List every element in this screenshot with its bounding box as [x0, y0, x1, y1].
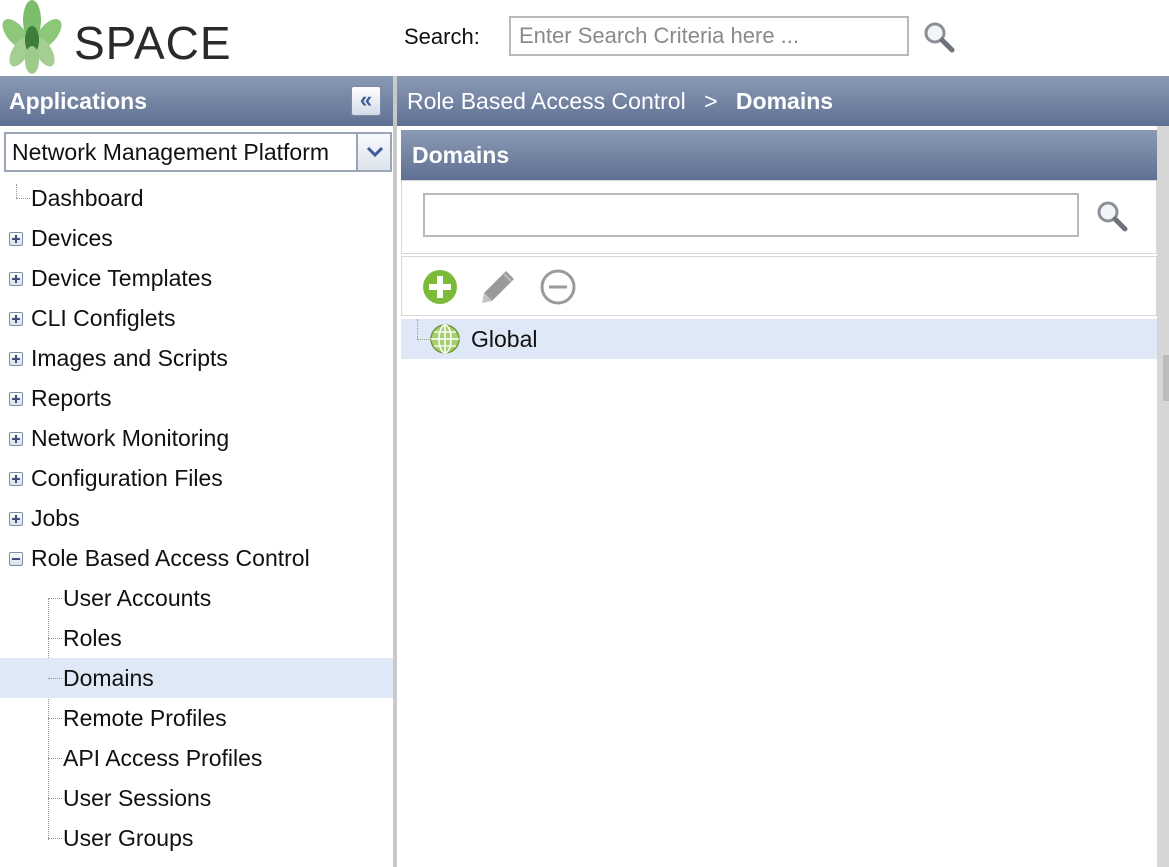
top-header: SPACE Search: — [0, 0, 1169, 76]
expand-plus-icon[interactable] — [9, 232, 23, 246]
pencil-icon[interactable] — [478, 267, 518, 307]
tree-item-label: Domains — [63, 665, 154, 691]
domains-filter-bar — [401, 180, 1157, 254]
tree-item-domains[interactable]: Domains — [0, 658, 393, 698]
application-selector[interactable]: Network Management Platform — [4, 132, 392, 172]
search-icon[interactable] — [922, 20, 956, 54]
tree-connector — [48, 758, 62, 759]
expand-plus-icon[interactable] — [9, 352, 23, 366]
tree-item-configuration-files[interactable]: Configuration Files — [0, 458, 393, 498]
domains-filter-input[interactable] — [423, 193, 1079, 237]
collapse-panel-button[interactable]: « — [351, 86, 381, 116]
tree-item-label: User Sessions — [63, 785, 212, 811]
breadcrumb-parent[interactable]: Role Based Access Control — [407, 88, 686, 114]
tree-item-dashboard[interactable]: Dashboard — [0, 178, 393, 218]
tree-item-api-access-profiles[interactable]: API Access Profiles — [0, 738, 393, 778]
expand-plus-icon[interactable] — [9, 432, 23, 446]
application-select[interactable]: Network Management Platform — [4, 132, 392, 172]
tree-item-label: Device Templates — [31, 265, 213, 291]
tree-item-user-sessions[interactable]: User Sessions — [0, 778, 393, 818]
tree-item-devices[interactable]: Devices — [0, 218, 393, 258]
applications-header: Applications « — [0, 76, 393, 126]
tree-item-images-and-scripts[interactable]: Images and Scripts — [0, 338, 393, 378]
tree-item-label: Configuration Files — [31, 465, 223, 491]
tree-connector — [48, 838, 62, 839]
expand-plus-icon[interactable] — [9, 392, 23, 406]
tree-item-remote-profiles[interactable]: Remote Profiles — [0, 698, 393, 738]
tree-item-label: Remote Profiles — [63, 705, 227, 731]
tree-item-roles[interactable]: Roles — [0, 618, 393, 658]
navigation-tree: Dashboard Devices Device Templates CLI C… — [0, 178, 393, 858]
tree-item-jobs[interactable]: Jobs — [0, 498, 393, 538]
breadcrumb-separator: > — [704, 88, 718, 114]
tree-connector — [48, 798, 62, 799]
search-icon[interactable] — [1095, 199, 1129, 233]
tree-item-label: API Access Profiles — [63, 745, 263, 771]
tree-item-user-groups[interactable]: User Groups — [0, 818, 393, 858]
tree-item-role-based-access-control[interactable]: Role Based Access Control — [0, 538, 393, 578]
expand-plus-icon[interactable] — [9, 272, 23, 286]
application-select-value: Network Management Platform — [12, 139, 330, 165]
chevron-down-icon — [366, 146, 384, 158]
tree-item-label: Network Monitoring — [31, 425, 230, 451]
tree-connector — [16, 198, 30, 199]
tree-connector — [48, 638, 62, 639]
tree-item-label: User Accounts — [63, 585, 212, 611]
tree-item-label: Dashboard — [31, 185, 144, 211]
minus-circle-icon[interactable] — [538, 267, 578, 307]
expand-plus-icon[interactable] — [9, 472, 23, 486]
domain-row-label: Global — [471, 326, 538, 352]
tree-item-label: Images and Scripts — [31, 345, 228, 371]
tree-item-label: Devices — [31, 225, 113, 251]
applications-title: Applications — [9, 88, 148, 114]
add-icon[interactable] — [420, 267, 460, 307]
tree-item-cli-configlets[interactable]: CLI Configlets — [0, 298, 393, 338]
domains-panel-title: Domains — [412, 142, 510, 168]
domains-panel-header: Domains — [401, 130, 1157, 180]
collapse-minus-icon[interactable] — [9, 552, 23, 566]
tree-item-device-templates[interactable]: Device Templates — [0, 258, 393, 298]
applications-panel: Applications « Network Management Platfo… — [0, 76, 397, 867]
expand-plus-icon[interactable] — [9, 512, 23, 526]
tree-item-label: Role Based Access Control — [31, 545, 310, 571]
tree-connector — [48, 598, 62, 599]
domains-toolbar — [401, 256, 1157, 316]
tree-item-label: CLI Configlets — [31, 305, 176, 331]
tree-item-network-monitoring[interactable]: Network Monitoring — [0, 418, 393, 458]
tree-connector — [417, 319, 418, 339]
tree-item-label: Reports — [31, 385, 112, 411]
tree-item-label: Roles — [63, 625, 122, 651]
tree-item-user-accounts[interactable]: User Accounts — [0, 578, 393, 618]
logo-text: SPACE — [74, 17, 232, 69]
global-search-input[interactable] — [509, 16, 909, 56]
tree-item-reports[interactable]: Reports — [0, 378, 393, 418]
space-logo-icon — [2, 0, 62, 74]
dropdown-arrow-button[interactable] — [356, 134, 390, 170]
expand-plus-icon[interactable] — [9, 312, 23, 326]
scrollbar[interactable] — [1163, 355, 1169, 401]
domain-row-global[interactable]: Global — [401, 319, 1157, 359]
domains-content: Domains Global — [397, 126, 1169, 867]
tree-connector — [48, 678, 62, 679]
tree-item-label: User Groups — [63, 825, 194, 851]
tree-connector — [48, 718, 62, 719]
tree-item-label: Jobs — [31, 505, 80, 531]
globe-icon — [430, 324, 460, 354]
breadcrumb: Role Based Access Control > Domains — [397, 76, 1169, 126]
right-panel-edge — [1157, 126, 1169, 867]
search-label: Search: — [404, 24, 480, 49]
breadcrumb-current: Domains — [735, 88, 834, 114]
